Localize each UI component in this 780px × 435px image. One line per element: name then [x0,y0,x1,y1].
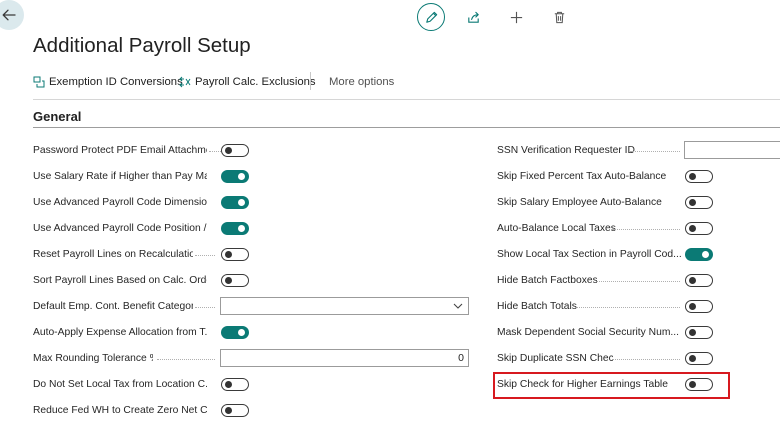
field-row: Use Advanced Payroll Code Position / ... [33,221,473,237]
field-value: 0 [458,352,464,364]
field-row: Auto-Balance Local Taxes [497,221,780,237]
auto-apply-expense-allocation-toggle[interactable] [221,326,249,339]
field-row: Default Emp. Cont. Benefit Category [33,297,473,315]
default-benefit-category-select[interactable] [220,297,469,315]
hide-batch-factboxes-toggle[interactable] [685,274,713,287]
leader-dots [577,307,680,308]
field-row: Hide Batch Factboxes [497,273,780,289]
show-local-tax-section-toggle[interactable] [685,248,713,261]
section-title-general: General [33,109,82,124]
field-label: Password Protect PDF Email Attachme... [33,145,207,156]
field-row: Sort Payroll Lines Based on Calc. Order [33,273,473,289]
field-label: Reduce Fed WH to Create Zero Net C... [33,405,207,416]
leader-dots [613,359,680,360]
sort-payroll-lines-toggle[interactable] [221,274,249,287]
action-separator [310,72,311,90]
delete-button[interactable] [546,4,572,30]
field-label: Show Local Tax Section in Payroll Cod... [497,249,681,260]
field-label: Use Advanced Payroll Code Position / ... [33,223,207,234]
exclusions-icon [179,76,191,88]
field-label: Auto-Apply Expense Allocation from T... [33,327,207,338]
field-row: Max Rounding Tolerance % 0 [33,349,473,367]
highlight-box [493,372,730,399]
do-not-set-local-tax-toggle[interactable] [221,378,249,391]
field-label: Hide Batch Factboxes [497,275,597,286]
arrow-left-icon [2,9,16,21]
advanced-payroll-code-position-toggle[interactable] [221,222,249,235]
field-label: Do Not Set Local Tax from Location C... [33,379,207,390]
leader-dots [195,307,215,308]
exemption-id-conversions-action[interactable]: Exemption ID Conversions [33,75,183,89]
pencil-icon [425,11,437,23]
payroll-calc-exclusions-action[interactable]: Payroll Calc. Exclusions [179,75,316,89]
ssn-verification-requester-id-input[interactable] [684,141,780,159]
field-row: Show Local Tax Section in Payroll Cod... [497,247,780,263]
leader-dots [630,151,680,152]
share-icon [467,11,479,23]
mask-dependent-ssn-toggle[interactable] [685,326,713,339]
action-bar-divider [33,99,780,100]
leader-dots [612,229,680,230]
use-salary-rate-toggle[interactable] [221,170,249,183]
field-label: Skip Fixed Percent Tax Auto-Balance [497,171,667,182]
field-row: Mask Dependent Social Security Num... [497,325,780,341]
field-label: Skip Duplicate SSN Check [497,353,613,364]
skip-salary-employee-toggle[interactable] [685,196,713,209]
max-rounding-tolerance-input[interactable]: 0 [220,349,469,367]
field-label: Auto-Balance Local Taxes [497,223,616,234]
reset-payroll-lines-toggle[interactable] [221,248,249,261]
field-label: Mask Dependent Social Security Num... [497,327,679,338]
field-label: SSN Verification Requester ID [497,145,635,156]
skip-fixed-percent-tax-toggle[interactable] [685,170,713,183]
field-row: Do Not Set Local Tax from Location C... [33,377,473,393]
auto-balance-local-taxes-toggle[interactable] [685,222,713,235]
field-row: Skip Duplicate SSN Check [497,351,780,367]
field-row: Use Advanced Payroll Code Dimensions [33,195,473,211]
conversion-icon [33,76,45,88]
action-label: Exemption ID Conversions [49,76,183,88]
field-row: SSN Verification Requester ID [497,141,780,159]
leader-dots [195,255,215,256]
field-label: Default Emp. Cont. Benefit Category [33,301,193,312]
plus-icon [510,11,522,23]
field-row: Skip Fixed Percent Tax Auto-Balance [497,169,780,185]
field-row: Hide Batch Totals [497,299,780,315]
more-options-button[interactable]: More options [329,75,394,89]
page-title: Additional Payroll Setup [33,34,251,57]
chevron-down-icon [453,303,463,309]
leader-dots [597,281,680,282]
field-row: Reduce Fed WH to Create Zero Net C... [33,403,473,419]
section-divider [33,127,780,128]
skip-duplicate-ssn-toggle[interactable] [685,352,713,365]
action-label: Payroll Calc. Exclusions [195,76,316,88]
field-row: Password Protect PDF Email Attachme... [33,143,473,159]
advanced-payroll-code-dimensions-toggle[interactable] [221,196,249,209]
field-label: Skip Salary Employee Auto-Balance [497,197,662,208]
field-label: Max Rounding Tolerance % [33,353,153,364]
field-row: Reset Payroll Lines on Recalculation [33,247,473,263]
field-row: Use Salary Rate if Higher than Pay Ma... [33,169,473,185]
edit-button[interactable] [417,3,445,31]
field-label: Reset Payroll Lines on Recalculation [33,249,193,260]
back-button[interactable] [0,0,24,30]
hide-batch-totals-toggle[interactable] [685,300,713,313]
reduce-fed-wh-toggle[interactable] [221,404,249,417]
field-label: Sort Payroll Lines Based on Calc. Order [33,275,207,286]
share-button[interactable] [460,4,486,30]
field-label: Use Advanced Payroll Code Dimensions [33,197,207,208]
leader-dots [157,359,215,360]
field-label: Use Salary Rate if Higher than Pay Ma... [33,171,207,182]
field-row: Auto-Apply Expense Allocation from T... [33,325,473,341]
password-protect-pdf-toggle[interactable] [221,144,249,157]
field-label: Hide Batch Totals [497,301,577,312]
field-row: Skip Salary Employee Auto-Balance [497,195,780,211]
new-button[interactable] [503,4,529,30]
trash-icon [554,11,564,23]
